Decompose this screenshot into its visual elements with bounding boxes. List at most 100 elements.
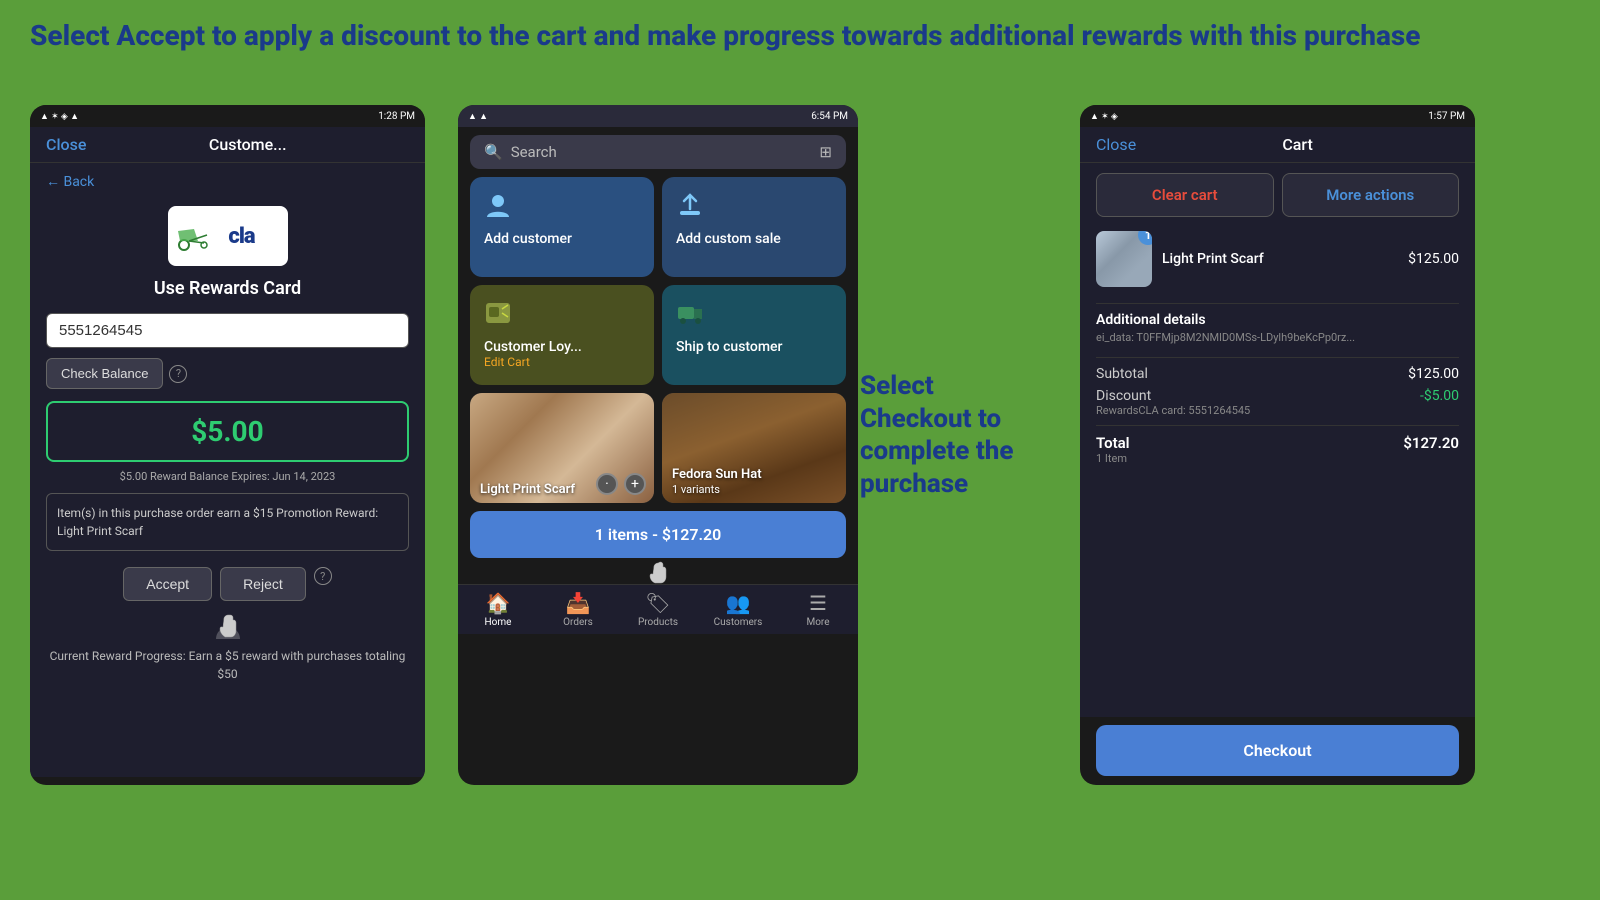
- add-customer-icon: [484, 191, 640, 225]
- scarf-plus[interactable]: +: [624, 473, 646, 495]
- phone-1: ▲ ✶ ◈ ▲ 1:28 PM Close Custome... ← Back …: [30, 105, 425, 785]
- add-customer-card[interactable]: Add customer: [470, 177, 654, 277]
- phone-2: ▲ ▲ 6:54 PM 🔍 Search ⊞ Add customer: [458, 105, 858, 785]
- hand-cursor-icon: [214, 611, 242, 639]
- phone2-cursor: [458, 560, 858, 584]
- promo-box: Item(s) in this purchase order earn a $1…: [46, 493, 409, 551]
- status-time-2: 6:54 PM: [811, 111, 848, 122]
- fedora-sun-hat-card[interactable]: Fedora Sun Hat 1 variants: [662, 393, 846, 503]
- nav-customers[interactable]: 👥 Customers: [698, 591, 778, 628]
- total-label: Total: [1096, 434, 1130, 452]
- card-number-input[interactable]: [46, 313, 409, 348]
- home-label: Home: [485, 617, 512, 628]
- search-text: Search: [511, 143, 557, 161]
- discount-label: Discount: [1096, 388, 1250, 404]
- cart-action-row: Clear cart More actions: [1096, 173, 1459, 217]
- search-icon: 🔍: [484, 143, 503, 161]
- status-bar-2: ▲ ▲ 6:54 PM: [458, 105, 858, 127]
- ship-to-customer-label: Ship to customer: [676, 339, 832, 355]
- customers-icon: 👥: [726, 591, 751, 615]
- hand-cursor-icon-2: [646, 560, 670, 584]
- cursor-indicator: [46, 611, 409, 639]
- add-custom-sale-label: Add custom sale: [676, 231, 832, 247]
- action-buttons: Accept Reject ?: [46, 567, 409, 601]
- hat-variants: 1 variants: [672, 483, 720, 496]
- products-icon: 🏷: [645, 591, 670, 615]
- home-icon: 🏠: [486, 591, 511, 615]
- divider-3: [1096, 425, 1459, 426]
- check-balance-row: Check Balance ?: [46, 358, 409, 389]
- status-icons-1: ▲ ✶ ◈ ▲: [40, 111, 79, 122]
- cart-item-price: $125.00: [1408, 251, 1459, 267]
- divider-2: [1096, 357, 1459, 358]
- orders-label: Orders: [563, 617, 593, 628]
- nav-home[interactable]: 🏠 Home: [458, 591, 538, 628]
- discount-row: Discount RewardsCLA card: 5551264545 -$5…: [1096, 388, 1459, 417]
- status-icons-3: ▲ ✶ ◈: [1090, 111, 1118, 122]
- orders-icon: 📥: [566, 591, 591, 615]
- nav-products[interactable]: 🏷 Products: [618, 591, 698, 628]
- discount-label-group: Discount RewardsCLA card: 5551264545: [1096, 388, 1250, 417]
- close-button-1[interactable]: Close: [46, 135, 86, 154]
- scarf-label: Light Print Scarf: [470, 476, 585, 503]
- more-label: More: [806, 617, 829, 628]
- more-icon: ☰: [809, 591, 827, 615]
- add-customer-label: Add customer: [484, 231, 640, 247]
- total-sublabel: 1 Item: [1096, 452, 1130, 465]
- status-time-1: 1:28 PM: [378, 111, 415, 122]
- phone-3: ▲ ✶ ◈ 1:57 PM Close Cart Clear cart More…: [1080, 105, 1475, 785]
- total-label-group: Total 1 Item: [1096, 434, 1130, 465]
- scarf-dot: ·: [596, 473, 618, 495]
- customers-label: Customers: [714, 617, 763, 628]
- customer-loyalty-label: Customer Loy...: [484, 339, 640, 355]
- phone1-nav-title: Custome...: [209, 135, 287, 154]
- status-bar-3: ▲ ✶ ◈ 1:57 PM: [1080, 105, 1475, 127]
- nav-more[interactable]: ☰ More: [778, 591, 858, 628]
- additional-details-label: Additional details: [1096, 312, 1459, 328]
- nav-orders[interactable]: 📥 Orders: [538, 591, 618, 628]
- subtotal-value: $125.00: [1408, 366, 1459, 382]
- ship-to-customer-icon: [676, 299, 832, 333]
- rewards-title: Use Rewards Card: [46, 278, 409, 299]
- balance-expires: $5.00 Reward Balance Expires: Jun 14, 20…: [46, 470, 409, 483]
- customer-loyalty-icon: [484, 299, 640, 333]
- phone3-navbar: Close Cart: [1080, 127, 1475, 163]
- status-bar-1: ▲ ✶ ◈ ▲ 1:28 PM: [30, 105, 425, 127]
- light-print-scarf-card[interactable]: Light Print Scarf · +: [470, 393, 654, 503]
- checkout-button[interactable]: Checkout: [1096, 725, 1459, 776]
- divider-1: [1096, 303, 1459, 304]
- check-balance-button[interactable]: Check Balance: [46, 358, 163, 389]
- products-label: Products: [638, 617, 678, 628]
- checkout-bar[interactable]: 1 items - $127.20: [470, 511, 846, 558]
- action-info-icon[interactable]: ?: [314, 567, 332, 585]
- barcode-icon[interactable]: ⊞: [819, 143, 832, 161]
- more-actions-button[interactable]: More actions: [1282, 173, 1460, 217]
- additional-details-value: ei_data: T0FFMjp8M2NMlD0MSs-LDylh9beKcPp…: [1096, 330, 1459, 345]
- logo-area: cla: [46, 206, 409, 266]
- phone3-content: Clear cart More actions 1 Light Print Sc…: [1080, 163, 1475, 717]
- subtotal-label: Subtotal: [1096, 366, 1148, 382]
- bottom-nav: 🏠 Home 📥 Orders 🏷 Products 👥 Customers ☰…: [458, 584, 858, 634]
- add-custom-sale-card[interactable]: Add custom sale: [662, 177, 846, 277]
- cart-item-row: 1 Light Print Scarf $125.00: [1096, 231, 1459, 287]
- customer-loyalty-card[interactable]: Customer Loy... Edit Cart: [470, 285, 654, 385]
- close-button-3[interactable]: Close: [1096, 135, 1136, 154]
- instruction-text: Select Accept to apply a discount to the…: [30, 18, 1570, 54]
- accept-button[interactable]: Accept: [123, 567, 212, 601]
- reject-button[interactable]: Reject: [220, 567, 306, 601]
- search-bar[interactable]: 🔍 Search ⊞: [470, 135, 846, 169]
- info-icon[interactable]: ?: [169, 365, 187, 383]
- subtotal-row: Subtotal $125.00: [1096, 366, 1459, 382]
- back-link[interactable]: ← Back: [46, 173, 409, 190]
- phone1-content: ← Back cla Use Rewards Card Check Balanc…: [30, 163, 425, 777]
- clear-cart-button[interactable]: Clear cart: [1096, 173, 1274, 217]
- reward-progress: Current Reward Progress: Earn a $5 rewar…: [46, 647, 409, 683]
- cart-item-name: Light Print Scarf: [1162, 251, 1398, 267]
- balance-amount: $5.00: [60, 415, 395, 448]
- discount-sublabel: RewardsCLA card: 5551264545: [1096, 404, 1250, 417]
- phone3-cursor: [1080, 784, 1475, 785]
- logo-box: cla: [168, 206, 288, 266]
- ship-to-customer-card[interactable]: Ship to customer: [662, 285, 846, 385]
- cart-item-image: 1: [1096, 231, 1152, 287]
- phone3-nav-title: Cart: [1282, 135, 1312, 154]
